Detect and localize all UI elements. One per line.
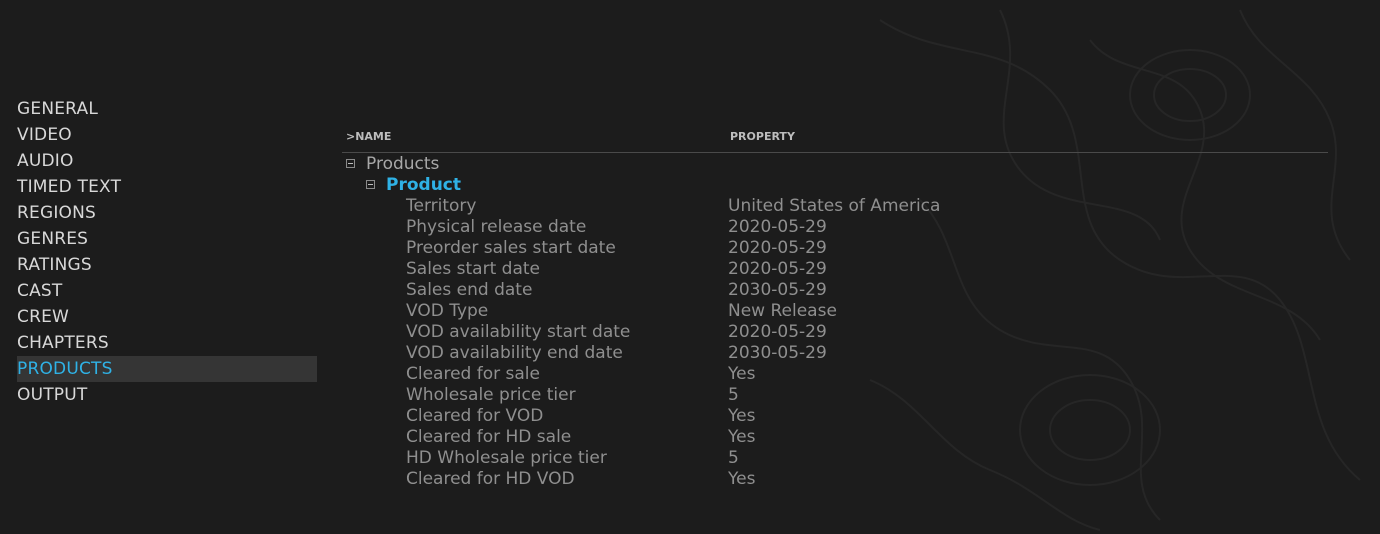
property-value: Yes xyxy=(728,427,756,447)
sidebar-item-timed-text[interactable]: TIMED TEXT xyxy=(17,174,317,200)
tree-node-label: Product xyxy=(386,175,461,195)
tree-header: >NAME PROPERTY xyxy=(342,126,1328,153)
property-row[interactable]: Preorder sales start date 2020-05-29 xyxy=(342,238,1328,259)
property-value: 5 xyxy=(728,385,739,405)
property-row[interactable]: Cleared for HD sale Yes xyxy=(342,427,1328,448)
property-name: VOD Type xyxy=(406,301,489,321)
property-name: Sales end date xyxy=(406,280,533,300)
property-value: Yes xyxy=(728,469,756,489)
property-row[interactable]: Sales start date 2020-05-29 xyxy=(342,259,1328,280)
property-name: Physical release date xyxy=(406,217,587,237)
sidebar-item-genres[interactable]: GENRES xyxy=(17,226,317,252)
property-name: HD Wholesale price tier xyxy=(406,448,607,468)
sidebar-item-ratings[interactable]: RATINGS xyxy=(17,252,317,278)
property-row[interactable]: Territory United States of America xyxy=(342,196,1328,217)
sidebar-nav: GENERAL VIDEO AUDIO TIMED TEXT REGIONS G… xyxy=(17,96,317,408)
collapse-icon[interactable] xyxy=(346,159,355,168)
property-value: 2020-05-29 xyxy=(728,322,827,342)
property-value: Yes xyxy=(728,406,756,426)
name-column-header[interactable]: >NAME xyxy=(346,130,391,143)
property-row[interactable]: Cleared for HD VOD Yes xyxy=(342,469,1328,490)
property-name: Cleared for HD VOD xyxy=(406,469,575,489)
sidebar-item-output[interactable]: OUTPUT xyxy=(17,382,317,408)
property-name: VOD availability end date xyxy=(406,343,623,363)
property-value: Yes xyxy=(728,364,756,384)
property-value: 5 xyxy=(728,448,739,468)
tree-node-label: Products xyxy=(366,154,440,174)
property-name: Sales start date xyxy=(406,259,540,279)
property-name: Preorder sales start date xyxy=(406,238,616,258)
sidebar-item-regions[interactable]: REGIONS xyxy=(17,200,317,226)
property-value: New Release xyxy=(728,301,837,321)
property-name: Territory xyxy=(406,196,477,216)
collapse-icon[interactable] xyxy=(366,180,375,189)
property-name: Cleared for sale xyxy=(406,364,540,384)
property-row[interactable]: Physical release date 2020-05-29 xyxy=(342,217,1328,238)
sidebar-item-video[interactable]: VIDEO xyxy=(17,122,317,148)
property-column-header[interactable]: PROPERTY xyxy=(730,130,795,143)
property-name: Cleared for HD sale xyxy=(406,427,572,447)
property-row[interactable]: Wholesale price tier 5 xyxy=(342,385,1328,406)
sidebar-item-chapters[interactable]: CHAPTERS xyxy=(17,330,317,356)
property-value: 2030-05-29 xyxy=(728,280,827,300)
products-tree: >NAME PROPERTY Products Product Territor… xyxy=(342,126,1328,490)
property-value: United States of America xyxy=(728,196,941,216)
sidebar-item-cast[interactable]: CAST xyxy=(17,278,317,304)
property-row[interactable]: Cleared for VOD Yes xyxy=(342,406,1328,427)
property-row[interactable]: Sales end date 2030-05-29 xyxy=(342,280,1328,301)
property-value: 2030-05-29 xyxy=(728,343,827,363)
sidebar-item-general[interactable]: GENERAL xyxy=(17,96,317,122)
tree-node-products[interactable]: Products xyxy=(342,154,1328,175)
property-row[interactable]: Cleared for sale Yes xyxy=(342,364,1328,385)
property-row[interactable]: VOD availability end date 2030-05-29 xyxy=(342,343,1328,364)
sidebar-item-products[interactable]: PRODUCTS xyxy=(17,356,317,382)
property-row[interactable]: VOD Type New Release xyxy=(342,301,1328,322)
property-value: 2020-05-29 xyxy=(728,217,827,237)
tree-rows: Products Product Territory United States… xyxy=(342,153,1328,490)
property-name: Cleared for VOD xyxy=(406,406,544,426)
sidebar-item-crew[interactable]: CREW xyxy=(17,304,317,330)
sidebar-item-audio[interactable]: AUDIO xyxy=(17,148,317,174)
tree-node-product[interactable]: Product xyxy=(342,175,1328,196)
property-value: 2020-05-29 xyxy=(728,259,827,279)
property-row[interactable]: HD Wholesale price tier 5 xyxy=(342,448,1328,469)
property-row[interactable]: VOD availability start date 2020-05-29 xyxy=(342,322,1328,343)
property-name: VOD availability start date xyxy=(406,322,631,342)
property-value: 2020-05-29 xyxy=(728,238,827,258)
property-name: Wholesale price tier xyxy=(406,385,576,405)
